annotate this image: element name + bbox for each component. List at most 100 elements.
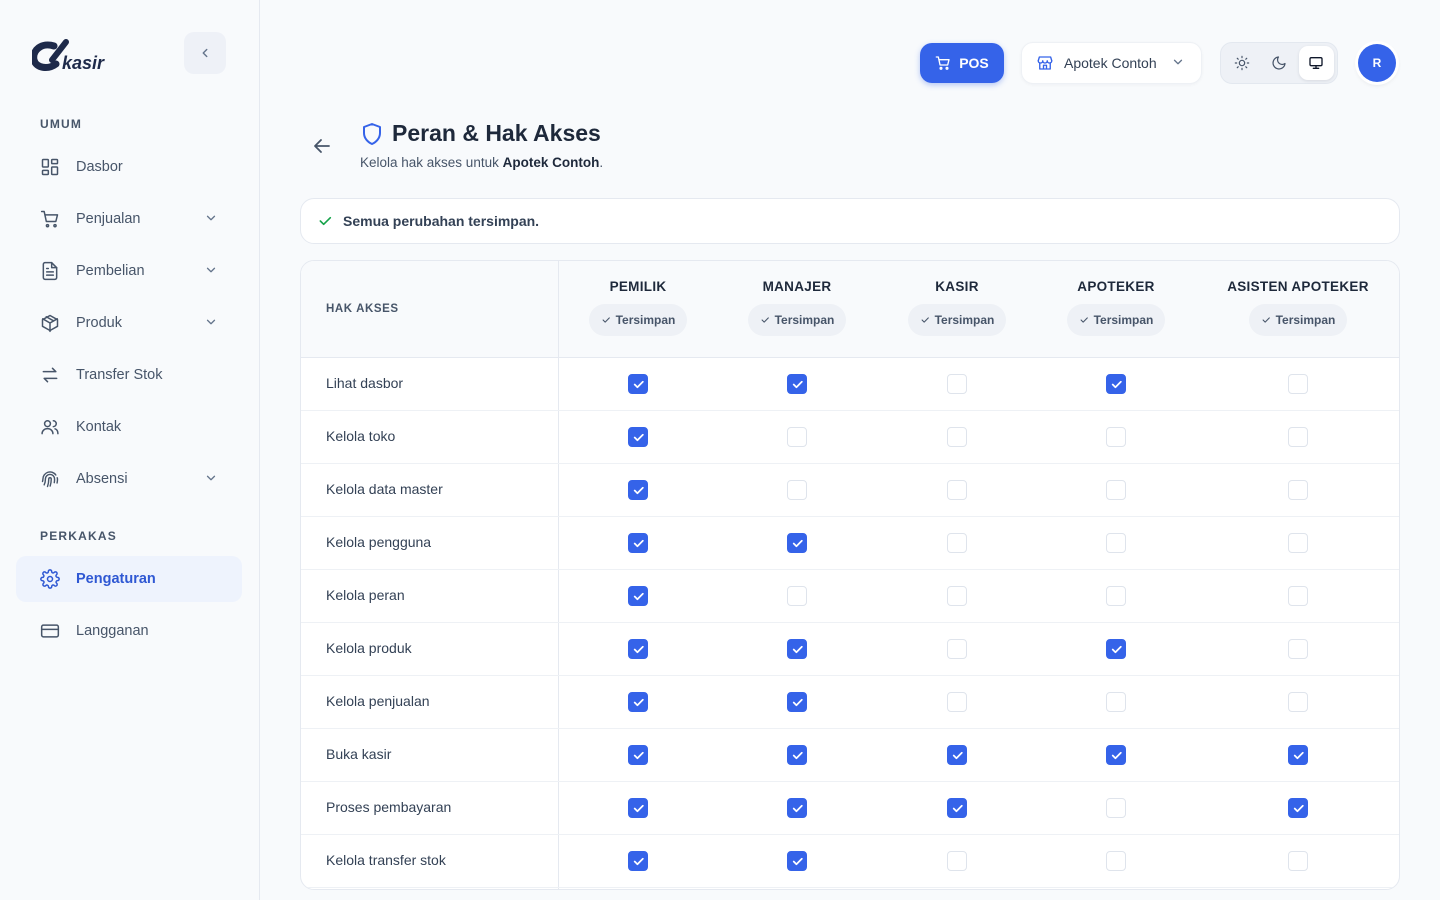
permission-checkbox[interactable] xyxy=(787,586,807,606)
pos-button[interactable]: POS xyxy=(920,43,1004,83)
permission-checkbox[interactable] xyxy=(787,798,807,818)
permission-checkbox[interactable] xyxy=(947,586,967,606)
sidebar-item-langganan[interactable]: Langganan xyxy=(16,608,242,654)
permission-checkbox[interactable] xyxy=(947,427,967,447)
checkmark-icon xyxy=(633,698,644,706)
checkmark-icon xyxy=(792,380,803,388)
permission-checkbox[interactable] xyxy=(1106,851,1126,871)
back-button[interactable] xyxy=(310,134,334,158)
sidebar-item-transfer-stok[interactable]: Transfer Stok xyxy=(16,352,242,398)
permission-checkbox[interactable] xyxy=(628,639,648,659)
role-status-badge: Tersimpan xyxy=(1248,304,1348,336)
permission-checkbox[interactable] xyxy=(787,692,807,712)
permission-checkbox[interactable] xyxy=(628,427,648,447)
store-selector[interactable]: Apotek Contoh xyxy=(1021,42,1202,84)
permission-checkbox[interactable] xyxy=(947,480,967,500)
theme-light-button[interactable] xyxy=(1224,46,1259,80)
sidebar-item-absensi[interactable]: Absensi xyxy=(16,456,242,502)
checkmark-icon xyxy=(1293,804,1304,812)
sidebar-item-pengaturan[interactable]: Pengaturan xyxy=(16,556,242,602)
shopping-cart-icon xyxy=(935,56,950,70)
permission-checkbox[interactable] xyxy=(1106,745,1126,765)
permission-checkbox[interactable] xyxy=(947,639,967,659)
permission-checkbox[interactable] xyxy=(1106,374,1126,394)
theme-dark-button[interactable] xyxy=(1261,46,1296,80)
table-row: Kelola produk xyxy=(301,623,1399,676)
permission-checkbox[interactable] xyxy=(628,480,648,500)
table-row: Kelola pengguna xyxy=(301,517,1399,570)
gear-icon xyxy=(40,569,60,589)
user-avatar[interactable]: R xyxy=(1358,44,1396,82)
permission-checkbox[interactable] xyxy=(947,374,967,394)
sidebar-item-dasbor[interactable]: Dasbor xyxy=(16,144,242,190)
sidebar-item-label: Pembelian xyxy=(76,263,145,279)
permission-checkbox[interactable] xyxy=(628,533,648,553)
permission-label: Lihat dasbor xyxy=(326,375,404,391)
permission-checkbox[interactable] xyxy=(1288,586,1308,606)
sidebar-item-kontak[interactable]: Kontak xyxy=(16,404,242,450)
permission-checkbox[interactable] xyxy=(628,586,648,606)
table-row: Kelola data master xyxy=(301,464,1399,517)
checkmark-icon xyxy=(1111,645,1122,653)
permission-checkbox[interactable] xyxy=(1288,427,1308,447)
permission-checkbox[interactable] xyxy=(1288,374,1308,394)
permission-checkbox[interactable] xyxy=(628,692,648,712)
permission-checkbox[interactable] xyxy=(628,745,648,765)
permission-checkbox[interactable] xyxy=(1288,692,1308,712)
permission-checkbox[interactable] xyxy=(947,798,967,818)
permission-checkbox[interactable] xyxy=(947,745,967,765)
sidebar-item-label: Absensi xyxy=(76,471,128,487)
permission-checkbox[interactable] xyxy=(1288,533,1308,553)
permission-checkbox[interactable] xyxy=(1106,533,1126,553)
permission-checkbox[interactable] xyxy=(1106,586,1126,606)
permission-checkbox[interactable] xyxy=(787,427,807,447)
role-status-text: Tersimpan xyxy=(1093,313,1154,327)
table-row: Kelola penjualan xyxy=(301,676,1399,729)
permission-label: Kelola penjualan xyxy=(326,693,430,709)
permission-checkbox[interactable] xyxy=(947,692,967,712)
permission-checkbox[interactable] xyxy=(947,851,967,871)
permission-label: Kelola peran xyxy=(326,587,405,603)
permission-checkbox[interactable] xyxy=(1106,639,1126,659)
permission-checkbox[interactable] xyxy=(1106,480,1126,500)
checkmark-icon xyxy=(633,857,644,865)
section-title-umum: UMUM xyxy=(40,117,83,131)
sun-icon xyxy=(1234,55,1249,71)
permission-checkbox[interactable] xyxy=(628,798,648,818)
permission-checkbox[interactable] xyxy=(1106,427,1126,447)
permission-checkbox[interactable] xyxy=(1288,745,1308,765)
sidebar-item-produk[interactable]: Produk xyxy=(16,300,242,346)
role-name: APOTEKER xyxy=(1077,279,1155,294)
check-icon xyxy=(1080,317,1088,323)
transfer-arrows-icon xyxy=(40,365,60,385)
permission-checkbox[interactable] xyxy=(787,851,807,871)
sidebar: kasir UMUM Dasbor Penjualan Pembelian Pr… xyxy=(0,0,260,900)
theme-system-button[interactable] xyxy=(1298,46,1334,80)
permission-checkbox[interactable] xyxy=(787,533,807,553)
permission-checkbox[interactable] xyxy=(787,639,807,659)
permission-checkbox[interactable] xyxy=(1288,798,1308,818)
checkmark-icon xyxy=(792,751,803,759)
chevron-down-icon xyxy=(204,211,218,229)
sidebar-item-pembelian[interactable]: Pembelian xyxy=(16,248,242,294)
permission-checkbox[interactable] xyxy=(628,851,648,871)
permission-checkbox[interactable] xyxy=(1106,692,1126,712)
permission-checkbox[interactable] xyxy=(787,745,807,765)
permission-checkbox[interactable] xyxy=(1288,639,1308,659)
kasir-logo[interactable]: kasir xyxy=(30,38,122,74)
permission-checkbox[interactable] xyxy=(787,480,807,500)
arrow-left-icon xyxy=(314,139,330,153)
permission-checkbox[interactable] xyxy=(1288,851,1308,871)
permission-checkbox[interactable] xyxy=(947,533,967,553)
permission-checkbox[interactable] xyxy=(1106,798,1126,818)
collapse-sidebar-button[interactable] xyxy=(184,32,226,74)
table-row: Buka kasir xyxy=(301,729,1399,782)
check-icon xyxy=(602,317,610,323)
permission-checkbox[interactable] xyxy=(628,374,648,394)
permission-checkbox[interactable] xyxy=(1288,480,1308,500)
permission-checkbox[interactable] xyxy=(787,374,807,394)
checkmark-icon xyxy=(1293,751,1304,759)
page-subtitle: Kelola hak akses untuk Apotek Contoh. xyxy=(360,155,603,170)
sidebar-item-label: Produk xyxy=(76,315,122,331)
sidebar-item-penjualan[interactable]: Penjualan xyxy=(16,196,242,242)
